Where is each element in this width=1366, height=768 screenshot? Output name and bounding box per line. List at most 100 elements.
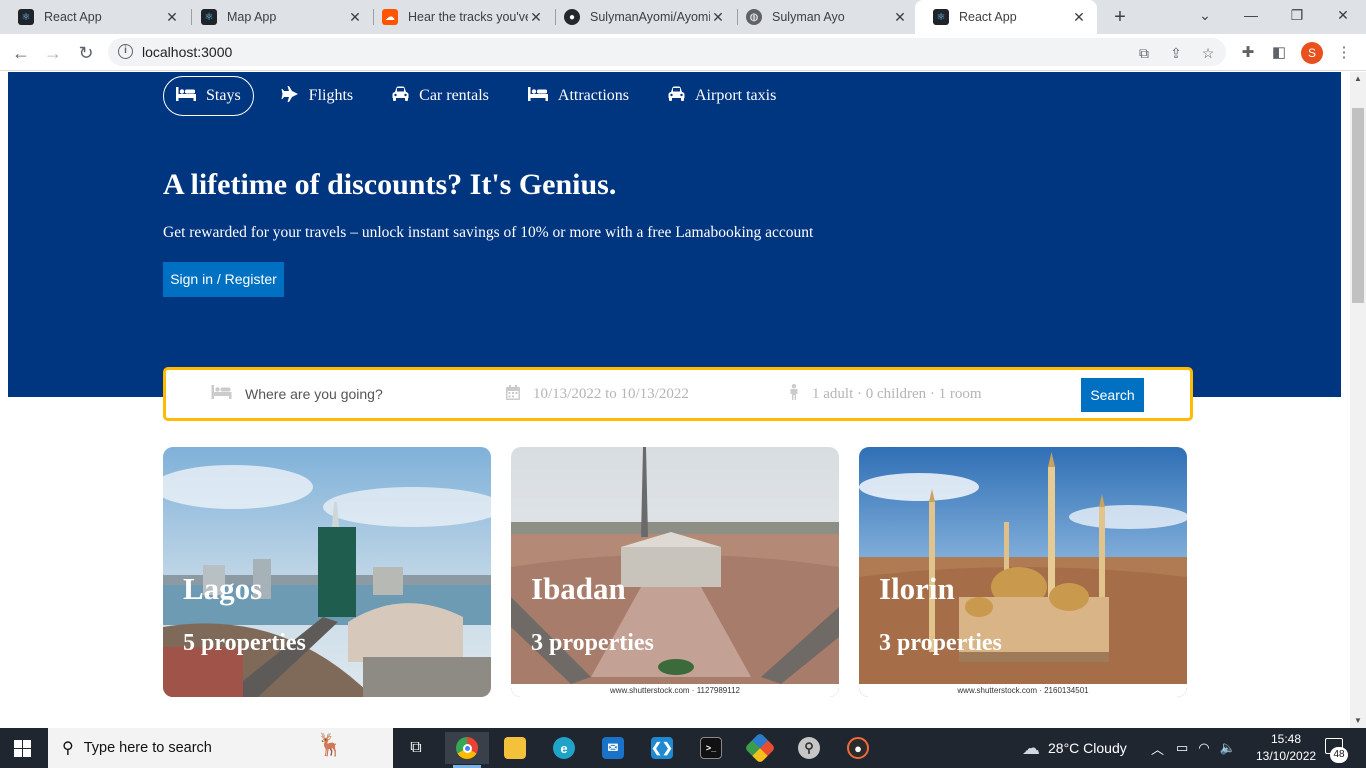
media-player-icon[interactable]: ● bbox=[836, 732, 880, 764]
file-explorer-icon[interactable] bbox=[493, 732, 537, 764]
date-range-text[interactable]: 10/13/2022 to 10/13/2022 bbox=[533, 386, 689, 403]
page-scrollbar[interactable]: ▲ ▼ bbox=[1350, 72, 1366, 728]
site-info-icon[interactable]: i bbox=[118, 44, 133, 59]
back-arrow-icon[interactable]: ← bbox=[8, 40, 34, 66]
search-button[interactable]: Search bbox=[1081, 378, 1144, 412]
search-icon: ⚲ bbox=[62, 740, 74, 757]
scroll-up-arrow-icon[interactable]: ▲ bbox=[1350, 72, 1366, 86]
reload-icon[interactable]: ↻ bbox=[73, 40, 99, 66]
guest-options-text[interactable]: 1 adult · 0 children · 1 room bbox=[812, 386, 982, 403]
close-tab-icon[interactable]: ✕ bbox=[1071, 9, 1087, 26]
featured-item-lagos[interactable]: Lagos 5 properties bbox=[163, 447, 491, 697]
taskbar-search-box[interactable]: ⚲ Type here to search 🦌 bbox=[48, 728, 393, 768]
open-external-icon[interactable]: ⧉ bbox=[1135, 44, 1153, 62]
chevron-up-icon[interactable]: ︿ bbox=[1151, 739, 1164, 758]
weather-widget[interactable]: ☁ 28°C Cloudy bbox=[1022, 728, 1127, 768]
weather-text: 28°C Cloudy bbox=[1048, 740, 1127, 756]
new-tab-button[interactable]: + bbox=[1108, 5, 1132, 29]
chrome-icon[interactable] bbox=[445, 732, 489, 768]
featured-city-name: Lagos bbox=[183, 571, 263, 606]
featured-city-name: Ilorin bbox=[879, 571, 955, 606]
close-tab-icon[interactable]: ✕ bbox=[528, 9, 544, 26]
browser-tab[interactable]: ☁ Hear the tracks you've ✕ bbox=[364, 0, 554, 34]
page-viewport: Stays Flights Car rentals Attractions Ai… bbox=[0, 72, 1350, 728]
cloud-icon: ☁ bbox=[1022, 737, 1040, 758]
wifi-icon[interactable]: ◠ bbox=[1198, 740, 1209, 756]
tab-title: React App bbox=[44, 10, 102, 24]
task-view-icon[interactable]: ⧉ bbox=[394, 732, 438, 764]
featured-item-ilorin[interactable]: Ilorin 3 properties www.shutterstock.com… bbox=[859, 447, 1187, 697]
browser-tab[interactable]: ◍ Sulyman Ayo ✕ bbox=[728, 0, 918, 34]
scroll-down-arrow-icon[interactable]: ▼ bbox=[1350, 714, 1366, 728]
clock-date: 13/10/2022 bbox=[1256, 749, 1317, 763]
profile-avatar[interactable]: S bbox=[1301, 42, 1323, 64]
taxi-icon bbox=[668, 86, 685, 106]
browser-toolbar: ← → ↻ i localhost:3000 ⧉ ⇪ ☆ ✚ ◧ S ⋮ bbox=[0, 34, 1366, 71]
close-tab-icon[interactable]: ✕ bbox=[710, 9, 726, 26]
share-icon[interactable]: ⇪ bbox=[1167, 44, 1185, 62]
bookmark-star-icon[interactable]: ☆ bbox=[1199, 44, 1217, 62]
featured-properties-count: 3 properties bbox=[531, 630, 654, 656]
browser-tab[interactable]: ⚛ Map App ✕ bbox=[183, 0, 373, 34]
nav-item-flights[interactable]: Flights bbox=[269, 76, 365, 116]
featured-city-name: Ibadan bbox=[531, 571, 626, 606]
volume-icon[interactable]: 🔈 bbox=[1220, 740, 1236, 756]
moose-doodle-icon: 🦌 bbox=[316, 732, 344, 757]
browser-tab[interactable]: ⚛ React App ✕ bbox=[0, 0, 190, 34]
close-window-button[interactable]: ✕ bbox=[1320, 0, 1366, 34]
git-icon[interactable] bbox=[738, 732, 782, 764]
system-tray: ︿ ▭ ◠ 🔈 bbox=[1151, 728, 1236, 768]
page-title: A lifetime of discounts? It's Genius. bbox=[163, 168, 617, 201]
windows-taskbar: ⚲ Type here to search 🦌 ⧉ e ✉ ❮❯ >_ ⚲ ● … bbox=[0, 728, 1366, 768]
more-menu-icon[interactable]: ⋮ bbox=[1333, 42, 1355, 64]
tab-title: Hear the tracks you've bbox=[408, 10, 528, 24]
car-icon bbox=[392, 86, 409, 106]
close-tab-icon[interactable]: ✕ bbox=[347, 9, 363, 26]
tab-search-chevron-icon[interactable]: ⌄ bbox=[1182, 0, 1228, 34]
destination-input[interactable] bbox=[245, 386, 445, 402]
edge-icon[interactable]: e bbox=[542, 732, 586, 764]
browser-tab-active[interactable]: ⚛ React App ✕ bbox=[915, 0, 1097, 34]
header-search-bar: 10/13/2022 to 10/13/2022 1 adult · 0 chi… bbox=[163, 367, 1193, 421]
restore-button[interactable]: ❐ bbox=[1274, 0, 1320, 34]
address-bar[interactable]: i localhost:3000 ⧉ ⇪ ☆ bbox=[108, 38, 1226, 66]
bed-icon bbox=[176, 86, 196, 106]
minimize-button[interactable]: — bbox=[1228, 0, 1274, 34]
nav-item-airport-taxis[interactable]: Airport taxis bbox=[656, 76, 788, 116]
browser-tab[interactable]: ● SulymanAyomi/Ayomi ✕ bbox=[546, 0, 736, 34]
nav-label: Stays bbox=[206, 87, 241, 104]
vscode-icon[interactable]: ❮❯ bbox=[640, 732, 684, 764]
header-description: Get rewarded for your travels – unlock i… bbox=[163, 224, 814, 241]
battery-icon[interactable]: ▭ bbox=[1176, 740, 1188, 756]
nav-label: Airport taxis bbox=[694, 87, 777, 104]
destination-search-item[interactable] bbox=[211, 370, 445, 418]
options-search-item[interactable]: 1 adult · 0 children · 1 room bbox=[789, 370, 982, 418]
forward-arrow-icon[interactable]: → bbox=[40, 40, 66, 66]
nav-label: Flights bbox=[308, 87, 354, 104]
search-app-icon[interactable]: ⚲ bbox=[787, 732, 831, 764]
tab-title: Sulyman Ayo bbox=[772, 10, 845, 24]
bed-icon bbox=[211, 385, 232, 403]
sign-in-register-button[interactable]: Sign in / Register bbox=[163, 262, 284, 297]
nav-item-attractions[interactable]: Attractions bbox=[516, 76, 641, 116]
extensions-puzzle-icon[interactable]: ✚ bbox=[1237, 42, 1259, 64]
windows-start-icon[interactable] bbox=[14, 740, 32, 758]
scrollbar-thumb[interactable] bbox=[1352, 108, 1364, 303]
close-tab-icon[interactable]: ✕ bbox=[892, 9, 908, 26]
nav-label: Attractions bbox=[557, 87, 629, 104]
address-url[interactable]: localhost:3000 bbox=[142, 44, 232, 60]
terminal-icon[interactable]: >_ bbox=[689, 732, 733, 764]
side-panel-icon[interactable]: ◧ bbox=[1268, 42, 1290, 64]
github-icon: ● bbox=[564, 9, 580, 25]
taskbar-search-placeholder[interactable]: Type here to search bbox=[84, 740, 212, 756]
globe-icon: ◍ bbox=[746, 9, 762, 25]
image-credit: www.shutterstock.com · 2160134501 bbox=[859, 684, 1187, 697]
plane-icon bbox=[281, 85, 299, 107]
mail-icon[interactable]: ✉ bbox=[591, 732, 635, 764]
nav-item-car-rentals[interactable]: Car rentals bbox=[380, 76, 501, 116]
featured-item-ibadan[interactable]: Ibadan 3 properties www.shutterstock.com… bbox=[511, 447, 839, 697]
taskbar-clock[interactable]: 15:48 13/10/2022 bbox=[1256, 731, 1316, 765]
close-tab-icon[interactable]: ✕ bbox=[164, 9, 180, 26]
date-search-item[interactable]: 10/13/2022 to 10/13/2022 bbox=[506, 370, 689, 418]
nav-item-stays[interactable]: Stays bbox=[163, 76, 254, 116]
